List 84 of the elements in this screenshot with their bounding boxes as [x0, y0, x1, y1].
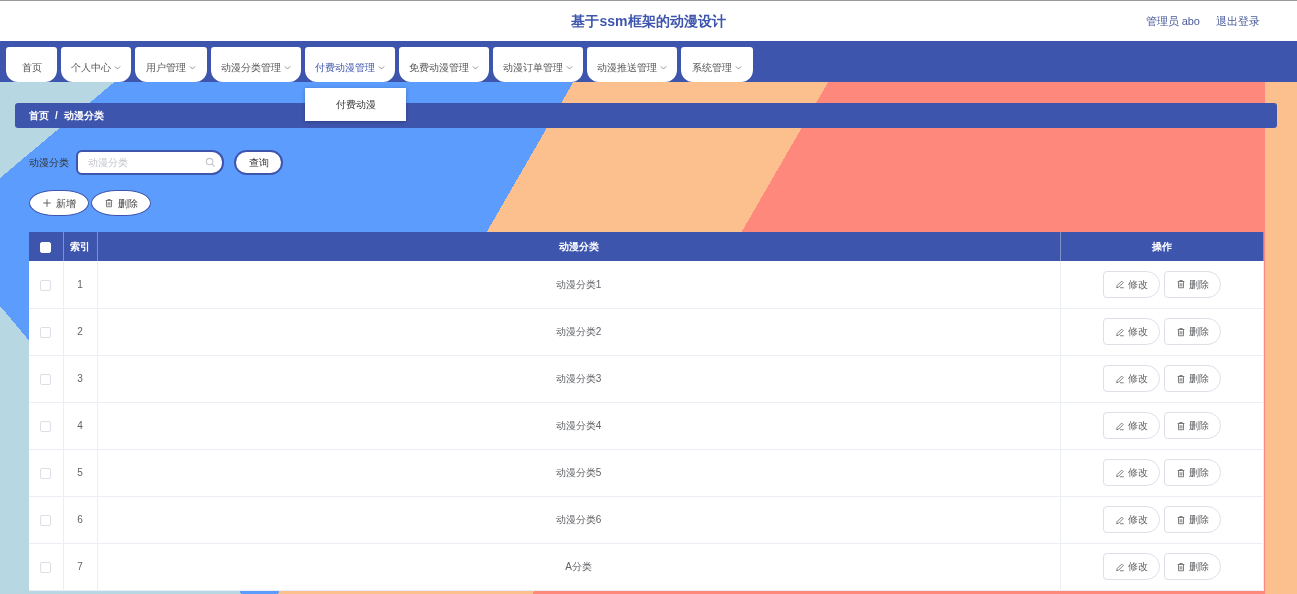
nav-tab[interactable]: 系统管理 [681, 47, 753, 82]
index-cell: 4 [77, 420, 83, 431]
plus-icon [42, 198, 52, 208]
row-checkbox[interactable] [40, 373, 52, 385]
logout-link[interactable]: 退出登录 [1216, 12, 1260, 30]
index-cell: 7 [77, 561, 83, 572]
edit-button[interactable]: 修改 [1102, 412, 1160, 439]
search-icon [205, 157, 216, 168]
select-all-checkbox[interactable] [40, 241, 52, 253]
index-cell: 2 [77, 326, 83, 337]
column-header: 操作 [1151, 241, 1172, 252]
edit-button[interactable]: 修改 [1102, 318, 1160, 345]
category-cell: 动漫分类3 [555, 373, 602, 384]
edit-button[interactable]: 修改 [1102, 506, 1160, 533]
trash-icon [1175, 279, 1186, 290]
category-cell: 动漫分类2 [555, 326, 602, 337]
pencil-icon [1114, 420, 1125, 431]
caret-icon [376, 63, 386, 72]
caret-icon [282, 63, 292, 72]
delete-button[interactable]: 删除 [1163, 270, 1221, 298]
category-cell: 动漫分类1 [555, 278, 602, 290]
trash-icon [1175, 420, 1186, 431]
category-cell: A分类 [565, 561, 592, 572]
add-button[interactable]: 新增 [29, 190, 89, 216]
delete-button[interactable]: 删除 [91, 190, 151, 216]
caret-icon [564, 63, 574, 72]
caret-icon [470, 63, 480, 72]
menu-item[interactable]: 付费动漫 [305, 94, 406, 115]
category-cell: 动漫分类5 [555, 467, 602, 478]
index-cell: 3 [77, 373, 83, 384]
trash-icon [1175, 373, 1186, 384]
site-title: 基于ssm框架的动漫设计 [571, 11, 726, 31]
nav-tab[interactable]: 首页 [6, 47, 57, 82]
trash-icon [1175, 326, 1186, 337]
caret-icon [112, 63, 122, 72]
query-button[interactable]: 查询 [234, 150, 283, 175]
column-header: 索引 [70, 241, 90, 252]
pencil-icon [1114, 561, 1125, 572]
user-label: 管理员 abo [1145, 13, 1200, 29]
caret-icon [658, 63, 668, 72]
edit-button[interactable]: 修改 [1102, 270, 1160, 298]
row-checkbox[interactable] [40, 326, 52, 338]
edit-button[interactable]: 修改 [1102, 365, 1160, 392]
category-cell: 动漫分类6 [555, 514, 602, 525]
index-cell: 6 [77, 514, 83, 525]
nav-tab[interactable]: 付费动漫管理 [305, 47, 395, 82]
delete-button[interactable]: 删除 [1163, 365, 1221, 392]
breadcrumb-separator: / [55, 109, 58, 123]
nav-tab[interactable]: 免费动漫管理 [399, 47, 489, 82]
row-checkbox[interactable] [40, 561, 52, 573]
column-header: 动漫分类 [558, 241, 599, 252]
trash-icon [1175, 514, 1186, 525]
delete-button[interactable]: 删除 [1163, 318, 1221, 345]
delete-button[interactable]: 删除 [1163, 506, 1221, 533]
pencil-icon [1114, 514, 1125, 525]
breadcrumb-item[interactable]: 首页 [29, 108, 49, 123]
delete-button[interactable]: 删除 [1163, 553, 1221, 580]
edit-button[interactable]: 修改 [1102, 459, 1160, 486]
row-checkbox[interactable] [40, 279, 52, 291]
caret-icon [733, 63, 743, 72]
row-checkbox[interactable] [40, 514, 52, 526]
delete-button[interactable]: 删除 [1163, 412, 1221, 439]
search-label: 动漫分类 [29, 156, 70, 170]
nav-tab[interactable]: 个人中心 [61, 47, 131, 82]
index-cell: 1 [77, 278, 83, 290]
row-checkbox[interactable] [40, 420, 52, 432]
row-checkbox[interactable] [40, 467, 52, 479]
pencil-icon [1114, 326, 1125, 337]
caret-icon [187, 63, 197, 72]
breadcrumb-item: 动漫分类 [63, 109, 104, 123]
index-cell: 5 [77, 467, 83, 478]
nav-tab[interactable]: 用户管理 [135, 47, 207, 82]
nav-tab[interactable]: 动漫订单管理 [493, 47, 583, 82]
pencil-icon [1114, 279, 1125, 290]
delete-button[interactable]: 删除 [1163, 459, 1221, 486]
pencil-icon [1114, 467, 1125, 478]
nav-tab[interactable]: 动漫推送管理 [587, 47, 677, 82]
edit-button[interactable]: 修改 [1102, 553, 1160, 580]
trash-icon [1175, 561, 1186, 572]
trash-icon [104, 198, 114, 208]
pencil-icon [1114, 373, 1125, 384]
nav-tab[interactable]: 动漫分类管理 [211, 47, 301, 82]
trash-icon [1175, 467, 1186, 478]
category-cell: 动漫分类4 [555, 420, 602, 431]
